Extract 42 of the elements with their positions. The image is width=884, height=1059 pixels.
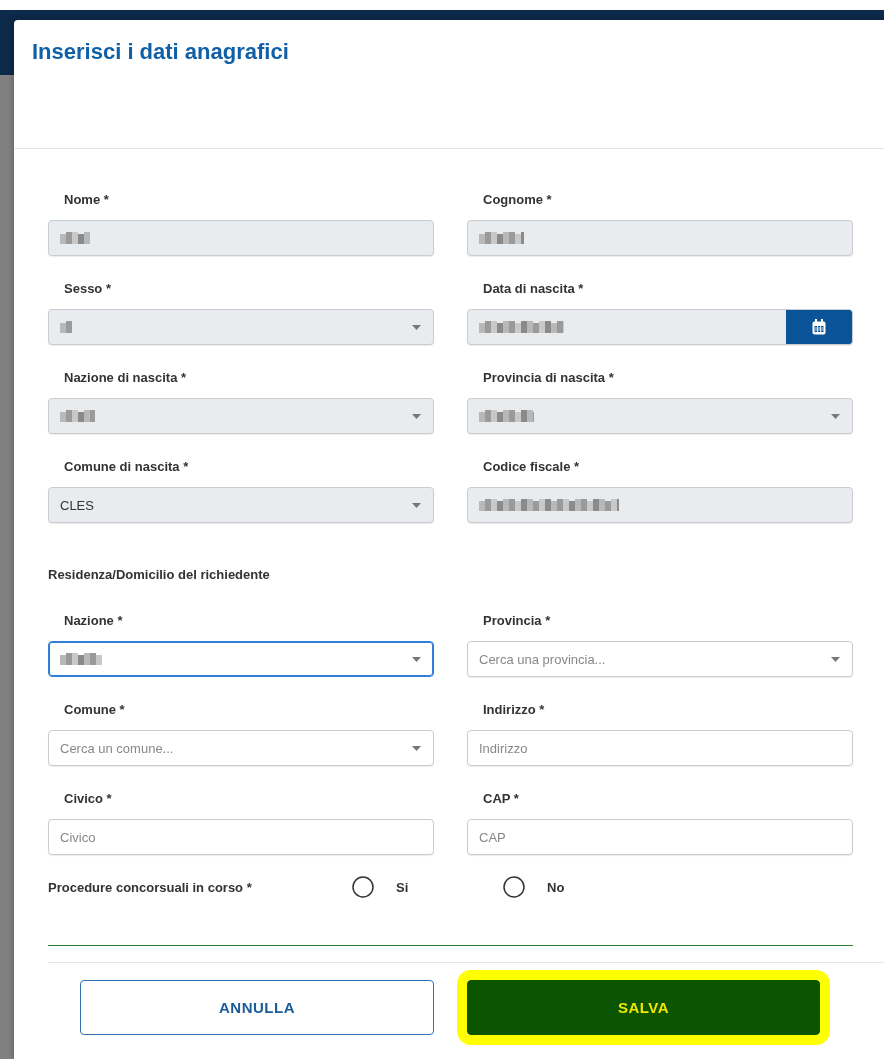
placeholder-text: Cerca un comune... [60, 740, 174, 756]
field-label: Codice fiscale * [482, 458, 580, 476]
field-label: Provincia * [482, 612, 551, 630]
field-label: CAP * [482, 790, 519, 808]
calendar-icon [812, 319, 826, 335]
field-label: Nazione * [63, 612, 123, 630]
placeholder-text: Civico [60, 829, 96, 845]
dropdown-arrow-icon [412, 502, 421, 508]
section-heading: Residenza/Domicilio del richiedente [48, 566, 270, 584]
text-field[interactable]: CAP [467, 819, 853, 855]
text-field[interactable]: Indirizzo [467, 730, 853, 766]
field-label: Provincia di nascita * [482, 369, 614, 387]
dropdown-arrow-icon [412, 413, 421, 419]
dropdown[interactable] [48, 641, 434, 677]
radio-option[interactable]: No [503, 876, 654, 898]
dropdown[interactable]: Cerca un comune... [48, 730, 434, 766]
placeholder-text: CAP [479, 829, 506, 845]
radio-button[interactable] [503, 876, 525, 898]
text-field[interactable]: Civico [48, 819, 434, 855]
field-label: Comune * [63, 701, 125, 719]
field-label: Comune di nascita * [63, 458, 189, 476]
cancel-button[interactable]: ANNULLA [80, 980, 434, 1035]
placeholder-text: Indirizzo [479, 740, 528, 756]
radio-option[interactable]: Si [352, 876, 503, 898]
question-label: Procedure concorsuali in corso * [48, 879, 253, 895]
dropdown-arrow-icon [412, 745, 421, 751]
field-label: Indirizzo * [482, 701, 545, 719]
field-label: Sesso * [63, 280, 111, 298]
field-label: Cognome * [482, 191, 552, 209]
field-value: CLES [60, 497, 94, 513]
dropdown[interactable]: Cerca una provincia... [467, 641, 853, 677]
placeholder-text: Cerca una provincia... [479, 651, 606, 667]
field-label: Nome * [63, 191, 109, 209]
field-label: Data di nascita * [482, 280, 584, 298]
dropdown-arrow-icon [412, 324, 421, 330]
radio-button[interactable] [352, 876, 374, 898]
field-label: Nazione di nascita * [63, 369, 187, 387]
dropdown-arrow-icon [831, 656, 840, 662]
dropdown-arrow-icon [831, 413, 840, 419]
field-label: Civico * [63, 790, 112, 808]
dropdown-arrow-icon [412, 656, 421, 662]
dialog-title: Inserisci i dati anagrafici [32, 39, 289, 65]
